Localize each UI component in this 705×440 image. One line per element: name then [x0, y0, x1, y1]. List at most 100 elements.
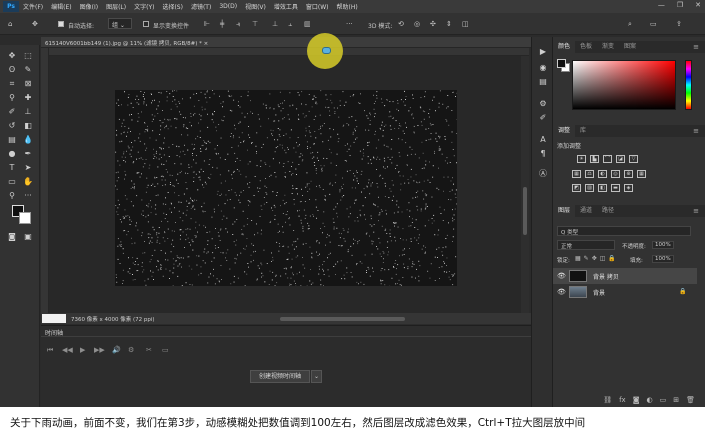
create-video-timeline-button[interactable]: 创建视频时间轴 [250, 370, 310, 383]
menu-window[interactable]: 窗口(W) [306, 2, 329, 11]
panel-menu-icon[interactable]: ≡ [693, 43, 699, 51]
vibrance-icon[interactable]: ▽ [629, 155, 638, 163]
layer-row[interactable]: 👁 背景 拷贝 [553, 268, 697, 284]
fill-input[interactable]: 100% [652, 255, 674, 263]
align-bottom-icon[interactable]: ⫠ [288, 20, 292, 29]
3d-rotate-icon[interactable]: ⟲ [398, 20, 404, 28]
next-frame-icon[interactable]: ▶▶ [94, 346, 105, 354]
prev-frame-icon[interactable]: ◀◀ [62, 346, 73, 354]
menu-3d[interactable]: 3D(D) [219, 3, 237, 10]
glyphs-icon[interactable]: Ⓐ [538, 169, 548, 179]
stamp-tool-icon[interactable]: ⊥ [22, 106, 34, 118]
horizontal-scroll-thumb[interactable] [280, 317, 405, 321]
visibility-eye-icon[interactable]: 👁 [557, 272, 566, 280]
split-icon[interactable]: ✂ [146, 346, 152, 354]
comments-icon[interactable]: ▤ [538, 77, 548, 87]
brightness-icon[interactable]: ☀ [577, 155, 586, 163]
close-icon[interactable]: ✕ [695, 1, 701, 9]
layer-row[interactable]: 👁 背景 🔒 [553, 284, 697, 300]
align-right-icon[interactable]: ⫣ [236, 20, 240, 29]
healing-brush-icon[interactable]: ✚ [22, 92, 34, 104]
panel-foreground-swatch[interactable] [557, 59, 566, 68]
quick-mask-icon[interactable]: ◙ [6, 231, 18, 243]
color-picker-field[interactable] [572, 60, 676, 110]
menu-plugins[interactable]: 增效工具 [274, 2, 298, 11]
lock-icons[interactable]: ▦✎✥◫🔒 [575, 255, 619, 262]
tab-swatches[interactable]: 色板 [575, 41, 597, 53]
background-color-swatch[interactable] [19, 212, 31, 224]
more-options-icon[interactable]: ··· [346, 20, 353, 28]
zoom-field[interactable] [42, 314, 66, 323]
tab-patterns[interactable]: 图案 [619, 41, 641, 53]
link-layers-icon[interactable]: ⛓ [603, 396, 612, 404]
new-group-icon[interactable]: ▭ [660, 396, 667, 404]
play-action-icon[interactable]: ▶ [538, 47, 548, 57]
menu-edit[interactable]: 编辑(E) [51, 2, 71, 11]
invert-icon[interactable]: ◩ [572, 184, 581, 192]
properties-icon[interactable]: ⚙ [538, 99, 548, 109]
menu-help[interactable]: 帮助(H) [337, 2, 358, 11]
more-tools-icon[interactable]: ··· [22, 190, 34, 202]
workspace-icon[interactable]: ▭ [650, 20, 657, 28]
share-icon[interactable]: ⇪ [676, 20, 682, 28]
hue-slider[interactable] [685, 60, 692, 110]
history-icon[interactable]: ◉ [538, 63, 548, 73]
frame-tool-icon[interactable]: ⊠ [22, 78, 34, 90]
align-middle-v-icon[interactable]: ⊥ [272, 20, 278, 28]
align-left-icon[interactable]: ⊩ [204, 20, 210, 28]
type-tool-icon[interactable]: T [6, 162, 18, 174]
levels-icon[interactable]: ▙ [590, 155, 599, 163]
tab-layers[interactable]: 图层 [553, 205, 576, 217]
quick-select-tool-icon[interactable]: ✎ [22, 64, 34, 76]
hue-saturation-icon[interactable]: ▦ [572, 170, 581, 178]
channel-mixer-icon[interactable]: ⊕ [624, 170, 633, 178]
new-layer-icon[interactable]: ⊞ [673, 396, 679, 404]
menu-select[interactable]: 选择(S) [162, 2, 183, 11]
selective-color-icon[interactable]: ◈ [624, 184, 633, 192]
settings-icon[interactable]: ⚙ [128, 346, 134, 354]
play-icon[interactable]: ▶ [80, 346, 85, 354]
tab-paths[interactable]: 路径 [597, 205, 619, 217]
new-adjustment-icon[interactable]: ◐ [647, 396, 653, 404]
first-frame-icon[interactable]: ⏮ [47, 346, 53, 355]
blur-tool-icon[interactable]: 💧 [22, 134, 34, 146]
brush-settings-icon[interactable]: ✐ [538, 113, 548, 123]
gradient-map-icon[interactable]: ▬ [611, 184, 620, 192]
threshold-icon[interactable]: ◧ [598, 184, 607, 192]
timeline-mode-dropdown[interactable]: ⌄ [311, 370, 322, 383]
show-transform-checkbox[interactable] [143, 20, 149, 28]
layer-name[interactable]: 背景 [593, 288, 605, 297]
menu-view[interactable]: 视图(V) [245, 2, 266, 11]
align-top-icon[interactable]: ⊤ [252, 20, 258, 28]
path-select-icon[interactable]: ➤ [22, 162, 34, 174]
hand-tool-icon[interactable]: ✋ [22, 176, 34, 188]
home-icon[interactable]: ⌂ [8, 20, 12, 28]
curves-icon[interactable]: ⌒ [603, 155, 612, 163]
3d-scale-icon[interactable]: ◫ [462, 20, 469, 28]
menu-file[interactable]: 文件(F) [23, 2, 43, 11]
minimize-icon[interactable]: — [658, 1, 665, 9]
menu-filter[interactable]: 滤镜(T) [191, 2, 211, 11]
eyedropper-tool-icon[interactable]: ⚲ [6, 92, 18, 104]
auto-select-checkbox[interactable] [58, 20, 64, 28]
add-mask-icon[interactable]: ◙ [633, 396, 640, 404]
layer-style-icon[interactable]: fx [619, 396, 626, 404]
black-white-icon[interactable]: ◐ [598, 170, 607, 178]
color-lookup-icon[interactable]: ▦ [637, 170, 646, 178]
layers-filter-dropdown[interactable]: Q 类型 [557, 226, 691, 236]
eraser-tool-icon[interactable]: ◧ [22, 120, 34, 132]
layer-name[interactable]: 背景 拷贝 [593, 272, 619, 281]
tab-gradients[interactable]: 渐变 [597, 41, 619, 53]
posterize-icon[interactable]: ▨ [585, 184, 594, 192]
vertical-scroll-thumb[interactable] [523, 187, 527, 235]
vertical-scrollbar[interactable] [521, 56, 529, 313]
pen-tool-icon[interactable]: ✒ [22, 148, 34, 160]
menu-type[interactable]: 文字(Y) [134, 2, 154, 11]
visibility-eye-icon[interactable]: 👁 [557, 288, 566, 296]
zoom-tool-icon[interactable]: ⚲ [6, 190, 18, 202]
document-canvas-noise[interactable] [115, 90, 457, 286]
3d-drag-icon[interactable]: ✣ [430, 20, 436, 28]
transition-icon[interactable]: ▭ [162, 346, 169, 354]
tab-channels[interactable]: 通道 [575, 205, 597, 217]
marquee-tool-icon[interactable]: ⬚ [22, 50, 34, 62]
